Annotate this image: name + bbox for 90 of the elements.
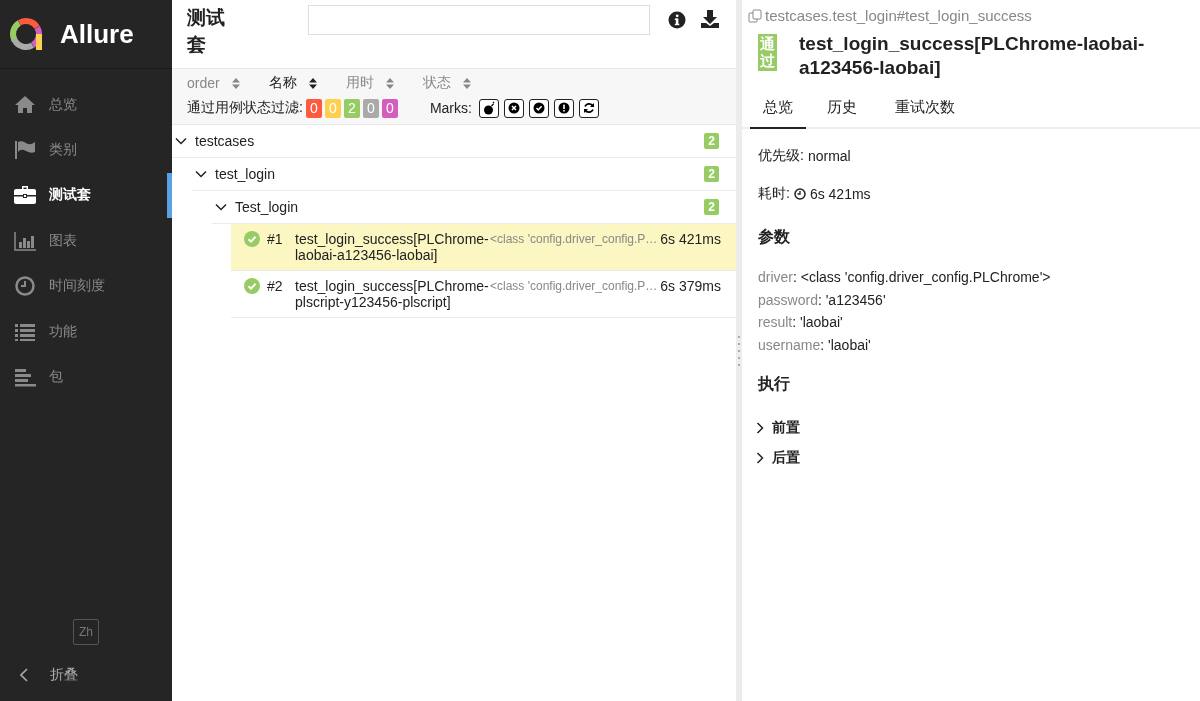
detail-tab[interactable]: 总览 [750, 90, 806, 129]
parameter-value: : 'laobai' [792, 314, 843, 330]
count-badge: 2 [704, 166, 719, 182]
clock-icon [793, 188, 806, 200]
sort-icon [308, 76, 317, 90]
filter-label: 通过用例状态过滤: [187, 99, 303, 117]
bomb-icon [481, 101, 496, 115]
status-count-badge[interactable]: 0 [381, 98, 398, 118]
test-parameter: <class 'config.driver_config.P… [490, 278, 654, 294]
check-circle-icon [244, 278, 260, 294]
sort-column-header[interactable]: order [187, 75, 240, 91]
sidebar-item[interactable]: 包 [0, 354, 172, 400]
sort-column-header[interactable]: 名称 [268, 74, 317, 92]
chevron-right-icon[interactable] [754, 452, 766, 464]
bar-chart-icon [14, 229, 36, 252]
test-index: #2 [267, 278, 284, 294]
chevron-right-icon[interactable] [754, 422, 766, 434]
sort-column-header[interactable]: 状态 [422, 74, 471, 92]
flag-icon [14, 139, 36, 162]
clock-icon [14, 275, 36, 298]
mark-filter-button[interactable] [578, 98, 599, 118]
tree-group-row[interactable]: testcases 2 [172, 125, 736, 158]
splitter-handle[interactable] [738, 335, 740, 366]
test-row[interactable]: #2 test_login_success[PLChrome-plscript-y123456-plscript] <class 'config.driver_config.P… 6s 379ms [231, 271, 736, 318]
exclamation-circle-icon [556, 101, 571, 115]
status-count-badge[interactable]: 0 [305, 98, 322, 118]
sort-column-header[interactable]: 用时 [345, 74, 394, 92]
stage-toggle[interactable]: 后置 [754, 443, 800, 473]
refresh-icon [581, 101, 596, 115]
download-icon[interactable] [700, 9, 720, 29]
app-name: Allure [60, 18, 134, 50]
status-badge: 通过 [758, 34, 777, 71]
section-heading: 执行 [758, 374, 790, 394]
sidebar-item[interactable]: 总览 [0, 82, 172, 128]
chevron-down-icon[interactable] [175, 135, 187, 147]
test-index: #1 [267, 231, 284, 247]
test-duration: 6s 421ms [659, 231, 721, 247]
sidebar-item[interactable]: 功能 [0, 308, 172, 355]
count-badge: 2 [704, 199, 719, 215]
count-badge: 2 [704, 133, 719, 149]
group-name: Test_login [235, 199, 299, 215]
detail-tab[interactable]: 历史 [814, 90, 870, 129]
collapse-button[interactable]: 折叠 [0, 649, 172, 701]
test-duration: 6s 379ms [659, 278, 721, 294]
marks-label: Marks: [429, 100, 472, 116]
sidebar-item[interactable]: 类别 [0, 127, 172, 173]
group-name: test_login [215, 166, 275, 182]
sort-icon [462, 76, 471, 90]
pane-title: 测试套 [187, 6, 226, 57]
group-name: testcases [195, 133, 255, 149]
test-name: test_login_success[PLChrome-plscript-y123456-plscript] [295, 278, 487, 310]
info-icon[interactable] [668, 11, 686, 29]
chevron-down-icon[interactable] [195, 168, 207, 180]
detail-tab[interactable]: 重试次数 [890, 90, 960, 129]
language-button[interactable]: Zh [73, 619, 99, 645]
test-title: test_login_success[PLChrome-laobai-a123456-laobai] [799, 32, 1146, 80]
mark-filter-button[interactable] [503, 98, 524, 118]
check-circle-icon [531, 101, 546, 115]
parameter-name: password [758, 291, 818, 308]
parameter-value: : 'laobai' [820, 336, 871, 353]
parameter-name: driver [758, 269, 793, 285]
duration-value: 6s 421ms [809, 186, 871, 202]
mark-filter-button[interactable] [553, 98, 574, 118]
field-label: 耗时: [758, 185, 790, 203]
test-path: testcases.test_login#test_login_success [765, 7, 1032, 24]
allure-logo [8, 16, 44, 52]
test-parameter: <class 'config.driver_config.P… [490, 231, 654, 247]
sidebar-item[interactable]: 时间刻度 [0, 263, 172, 309]
search-field[interactable] [308, 5, 650, 35]
chevron-left-icon [20, 668, 28, 682]
sort-icon [231, 76, 240, 90]
x-circle-icon [506, 101, 521, 115]
test-name: test_login_success[PLChrome-laobai-a123456-laobai] [295, 231, 487, 263]
section-heading: 参数 [758, 227, 790, 247]
parameter-value: : 'a123456' [817, 291, 886, 308]
check-circle-icon [244, 231, 260, 247]
test-row[interactable]: #1 test_login_success[PLChrome-laobai-a123456-laobai] <class 'config.driver_config.P… 6s 421ms [231, 224, 736, 271]
sort-icon [385, 76, 394, 90]
sidebar-item[interactable]: 图表 [0, 218, 172, 264]
chevron-down-icon[interactable] [215, 201, 227, 213]
align-left-icon [14, 366, 36, 389]
briefcase-icon [14, 184, 36, 207]
stage-toggle[interactable]: 前置 [754, 413, 800, 443]
mark-filter-button[interactable] [478, 98, 499, 118]
severity-value: normal [807, 148, 851, 164]
tree-group-row[interactable]: test_login 2 [192, 158, 736, 191]
home-icon [14, 93, 36, 116]
field-label: 优先级: [758, 147, 804, 165]
mark-filter-button[interactable] [528, 98, 549, 118]
parameter-value: : <class 'config.driver_config.PLChrome'> [793, 269, 1051, 285]
